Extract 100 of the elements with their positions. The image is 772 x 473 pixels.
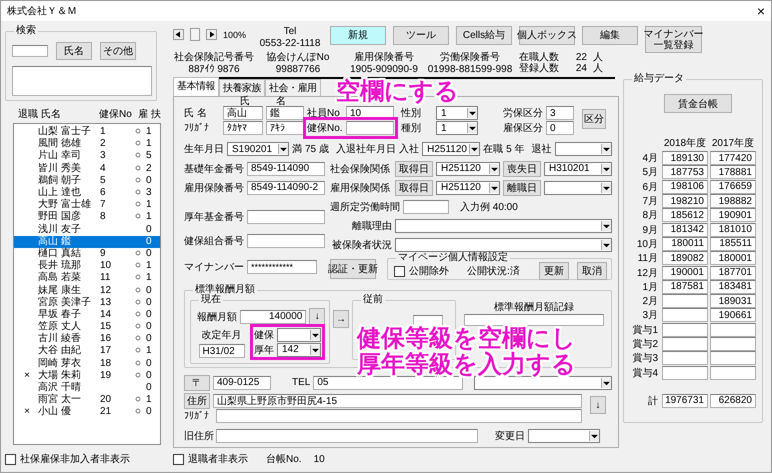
copy-button[interactable]: → [333,310,349,328]
employee-row[interactable]: × 大場 朱莉 19 ○ 0 [14,370,160,382]
pay-field[interactable] [662,308,708,322]
pay-field[interactable]: 176659 [710,180,756,194]
pay-field[interactable]: 189130 [662,151,708,166]
pay-field[interactable]: 178881 [710,165,756,180]
acquired-date-button[interactable]: 取得日 [395,180,433,196]
postal-button[interactable]: 〒 [184,374,210,390]
employee-row[interactable]: 片山 幸司 3 ○ 5 [14,150,160,163]
separation-date-dropdown[interactable] [544,180,612,194]
postal-code-field[interactable]: 409-0125 [213,376,271,390]
checkbox[interactable] [394,266,405,276]
labor-class-field[interactable]: 3 [546,106,574,120]
checkbox[interactable] [5,454,16,464]
pay-field[interactable]: 183481 [710,280,756,294]
surname-kana-field[interactable]: ﾀｶﾔﾏ [223,121,263,135]
employee-row[interactable]: 鵜飼 朝子 5 ○ 0 [14,174,160,187]
tel-field[interactable]: 05 [313,376,464,390]
scroll-left-button[interactable] [173,29,184,40]
address-field[interactable]: 山梨県上野原市野田尻4-15 [213,394,582,408]
pay-field[interactable]: 190901 [710,208,756,222]
pay-field[interactable]: 181342 [662,222,708,237]
search-button[interactable]: 氏名 [56,42,92,60]
toolbar-button[interactable]: マイナンバー 一覧登録 [645,26,702,53]
given-name-field[interactable]: 鑑 [266,106,304,120]
pay-field[interactable] [662,337,708,351]
acquired-date-button[interactable]: 取得日 [395,160,433,176]
employee-row[interactable]: 高山 鑑 0 [14,236,160,248]
employment-class-field[interactable]: 0 [546,121,574,135]
employee-row[interactable]: 宮原 美津子 13 ○ 0 [14,296,160,309]
employee-row[interactable]: 皆川 秀美 4 ○ 2 [14,162,160,175]
employee-row[interactable]: 高沢 千晴 0 [14,382,160,394]
my-number-field[interactable]: ************ [247,260,317,274]
pay-field[interactable]: 187753 [662,165,708,180]
toolbar-button[interactable]: 新規 [330,26,386,45]
separation-date-button[interactable]: 離職日 [503,180,541,196]
employee-row[interactable]: 岡崎 芽衣 18 ○ 0 [14,358,160,370]
pension-grade-dropdown[interactable]: 142 [277,342,321,356]
address-kana-field[interactable] [216,408,582,422]
pay-field[interactable]: 187581 [662,280,708,294]
pay-field[interactable]: 180011 [662,236,708,251]
leave-date-dropdown[interactable] [554,142,612,156]
health-no-field[interactable] [346,121,394,135]
pay-field[interactable] [710,322,756,337]
down-button[interactable]: ↓ [590,396,606,414]
pay-field[interactable] [662,351,708,366]
employee-row[interactable]: 山梨 富士子 1 ○ 1 [14,126,160,138]
join-date-dropdown[interactable]: H251120 [422,142,480,156]
old-address-field[interactable] [216,428,478,442]
weekly-hours-field[interactable] [403,200,449,214]
pay-field[interactable]: 185511 [710,236,756,251]
employee-row[interactable]: 笠原 丈人 15 ○ 0 [14,321,160,334]
checkbox[interactable] [173,454,184,464]
employee-row[interactable]: 古川 綾香 16 ○ 0 [14,333,160,346]
toolbar-button[interactable]: Cells給与 [456,26,512,45]
mypage-button[interactable]: 更新 [539,262,569,280]
change-date-dropdown[interactable] [528,428,600,442]
leave-reason-dropdown[interactable] [395,218,612,232]
pay-field[interactable] [662,322,708,337]
type-dropdown[interactable]: 1 [436,121,478,135]
pay-field[interactable] [710,351,756,366]
employee-row[interactable]: 高島 若菜 11 ○ 1 [14,272,160,284]
pay-field[interactable]: 180001 [710,251,756,266]
lost-date-dropdown[interactable]: H310201 [544,162,612,176]
class-button[interactable]: 区分 [582,109,606,129]
pay-field[interactable]: 198210 [662,194,708,208]
pay-field[interactable]: 198106 [662,180,708,194]
pension-no-field[interactable]: 8549-114090 [247,162,325,176]
given-kana-field[interactable]: ｱｷﾗ [266,121,304,135]
total-field[interactable]: 626820 [710,394,756,408]
employee-row[interactable]: 浅川 友子 0 [14,224,160,236]
employee-row[interactable]: 大谷 由紀 17 ○ 1 [14,345,160,358]
employee-row[interactable]: × 小山 優 21 ○ 0 [14,406,160,418]
pay-field[interactable]: 185612 [662,208,708,222]
surname-field[interactable]: 高山 [223,106,263,120]
pay-field[interactable]: 190661 [710,308,756,322]
down-button[interactable]: ↓ [309,308,325,326]
toolbar-button[interactable]: 編集 [582,26,638,45]
tab[interactable]: 社会・雇用 [265,79,320,96]
zoom-slider-thumb[interactable] [190,28,200,41]
lost-date-button[interactable]: 喪失日 [503,160,541,176]
insured-status-dropdown[interactable] [395,238,612,252]
employee-row[interactable]: 妹尾 康生 12 ○ 0 [14,284,160,297]
tab[interactable]: 基本情報 [173,77,219,96]
auth-update-button[interactable]: 認証・更新 [330,259,376,279]
pay-field[interactable] [662,366,708,380]
pay-field[interactable] [710,337,756,351]
employee-row[interactable]: 雨宮 太一 20 ○ 1 [14,394,160,406]
wage-ledger-button[interactable]: 賃金台帳 [664,94,732,113]
pay-field[interactable]: 198882 [710,194,756,208]
employment-insurance-no-field[interactable]: 8549-114090-2 [247,180,325,194]
mypage-button[interactable]: 取消 [577,262,607,280]
birth-date-dropdown[interactable]: S190201 [227,142,289,156]
pay-field[interactable]: 181010 [710,222,756,237]
pay-field[interactable] [662,294,708,308]
pay-field[interactable]: 189031 [710,294,756,308]
revised-month-field[interactable]: H31/02 [198,344,244,358]
pay-field[interactable]: 190001 [662,266,708,280]
pay-field[interactable]: 187701 [710,266,756,280]
pay-field[interactable]: 189082 [662,251,708,266]
